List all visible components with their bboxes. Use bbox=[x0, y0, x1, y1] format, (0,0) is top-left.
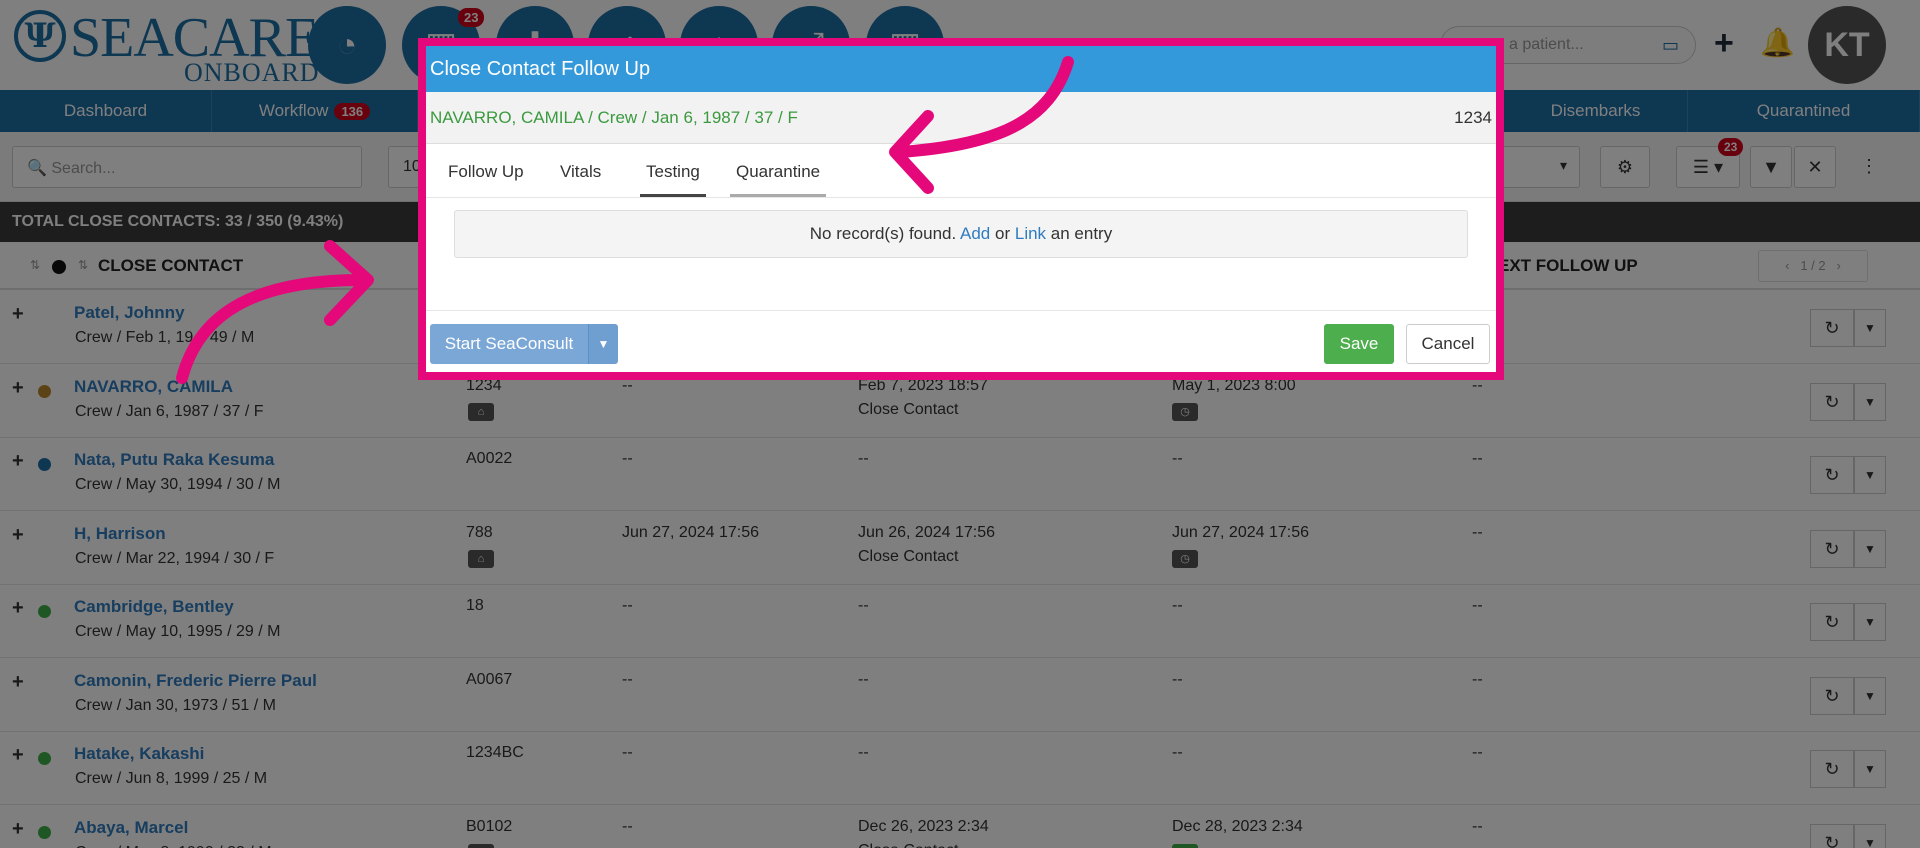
modal-tabs: Follow Up Vitals Testing Quarantine bbox=[426, 144, 1496, 198]
cancel-button[interactable]: Cancel bbox=[1406, 324, 1490, 364]
patient-info: NAVARRO, CAMILA / Crew / Jan 6, 1987 / 3… bbox=[430, 108, 798, 127]
tab-quarantine[interactable]: Quarantine bbox=[730, 162, 827, 197]
modal-footer: Start SeaConsult ▼ Save Cancel bbox=[426, 310, 1496, 372]
caret-down-icon: ▼ bbox=[597, 337, 610, 351]
patient-id: 1234 bbox=[1454, 108, 1492, 127]
save-button[interactable]: Save bbox=[1324, 324, 1394, 364]
modal-title: Close Contact Follow Up bbox=[426, 46, 1496, 92]
seaconsult-dropdown-button[interactable]: ▼ bbox=[588, 324, 618, 364]
empty-or-text: or bbox=[995, 224, 1011, 243]
link-entry-link[interactable]: Link bbox=[1015, 224, 1046, 243]
tab-vitals[interactable]: Vitals bbox=[560, 162, 601, 194]
tab-follow-up[interactable]: Follow Up bbox=[448, 162, 524, 194]
empty-state: No record(s) found. Add or Link an entry bbox=[454, 210, 1468, 258]
add-entry-link[interactable]: Add bbox=[960, 224, 990, 243]
follow-up-modal: Close Contact Follow Up NAVARRO, CAMILA … bbox=[418, 38, 1504, 380]
patient-summary-bar: NAVARRO, CAMILA / Crew / Jan 6, 1987 / 3… bbox=[426, 92, 1496, 144]
empty-suffix-text: an entry bbox=[1050, 224, 1113, 243]
empty-message: No record(s) found. bbox=[809, 224, 957, 243]
tab-testing[interactable]: Testing bbox=[640, 162, 706, 197]
start-seaconsult-button[interactable]: Start SeaConsult bbox=[430, 324, 588, 364]
